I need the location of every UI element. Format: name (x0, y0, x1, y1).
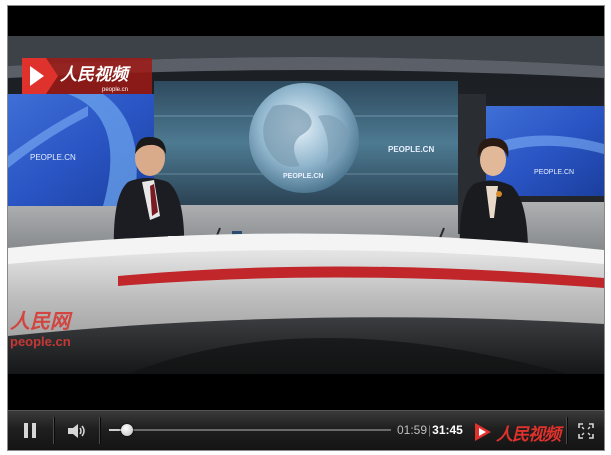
progress-track[interactable] (109, 429, 391, 431)
brand-logo: 人民视频 (473, 420, 561, 445)
screen-left-text: PEOPLE.CN (30, 153, 76, 162)
time-display: 01:59|31:45 (397, 411, 463, 450)
watermark: 人民网 people.cn (10, 309, 73, 349)
divider (566, 417, 567, 444)
brand-label: 人民视频 (496, 424, 561, 445)
overlay-logo: 人民视频 people.cn (22, 58, 152, 94)
brand-play-icon (475, 423, 491, 441)
overlay-logo-subtext: people.cn (102, 87, 128, 93)
current-time: 01:59 (397, 423, 428, 437)
video-frame[interactable]: PEOPLE.CN PEOPLE.CN PEOPLE.CN PEOPLE.CN … (8, 6, 604, 410)
divider (53, 417, 54, 444)
screen-center-text: PEOPLE.CN (388, 145, 434, 154)
screen-center-text-2: PEOPLE.CN (283, 173, 323, 180)
control-bar: 01:59|31:45 人民视频 (8, 410, 604, 450)
fullscreen-icon[interactable] (572, 411, 600, 450)
divider (99, 417, 100, 444)
total-time: 31:45 (432, 423, 463, 437)
pause-icon[interactable] (16, 411, 44, 450)
progress-knob[interactable] (120, 424, 133, 436)
watermark-sub: people.cn (10, 334, 71, 349)
overlay-logo-text: 人民视频 (60, 65, 131, 85)
video-player: PEOPLE.CN PEOPLE.CN PEOPLE.CN PEOPLE.CN … (7, 5, 605, 451)
watermark-main: 人民网 (10, 309, 73, 333)
volume-icon[interactable] (63, 411, 91, 450)
studio-scene: PEOPLE.CN PEOPLE.CN PEOPLE.CN PEOPLE.CN … (8, 6, 604, 410)
screen-right-text: PEOPLE.CN (534, 169, 574, 176)
